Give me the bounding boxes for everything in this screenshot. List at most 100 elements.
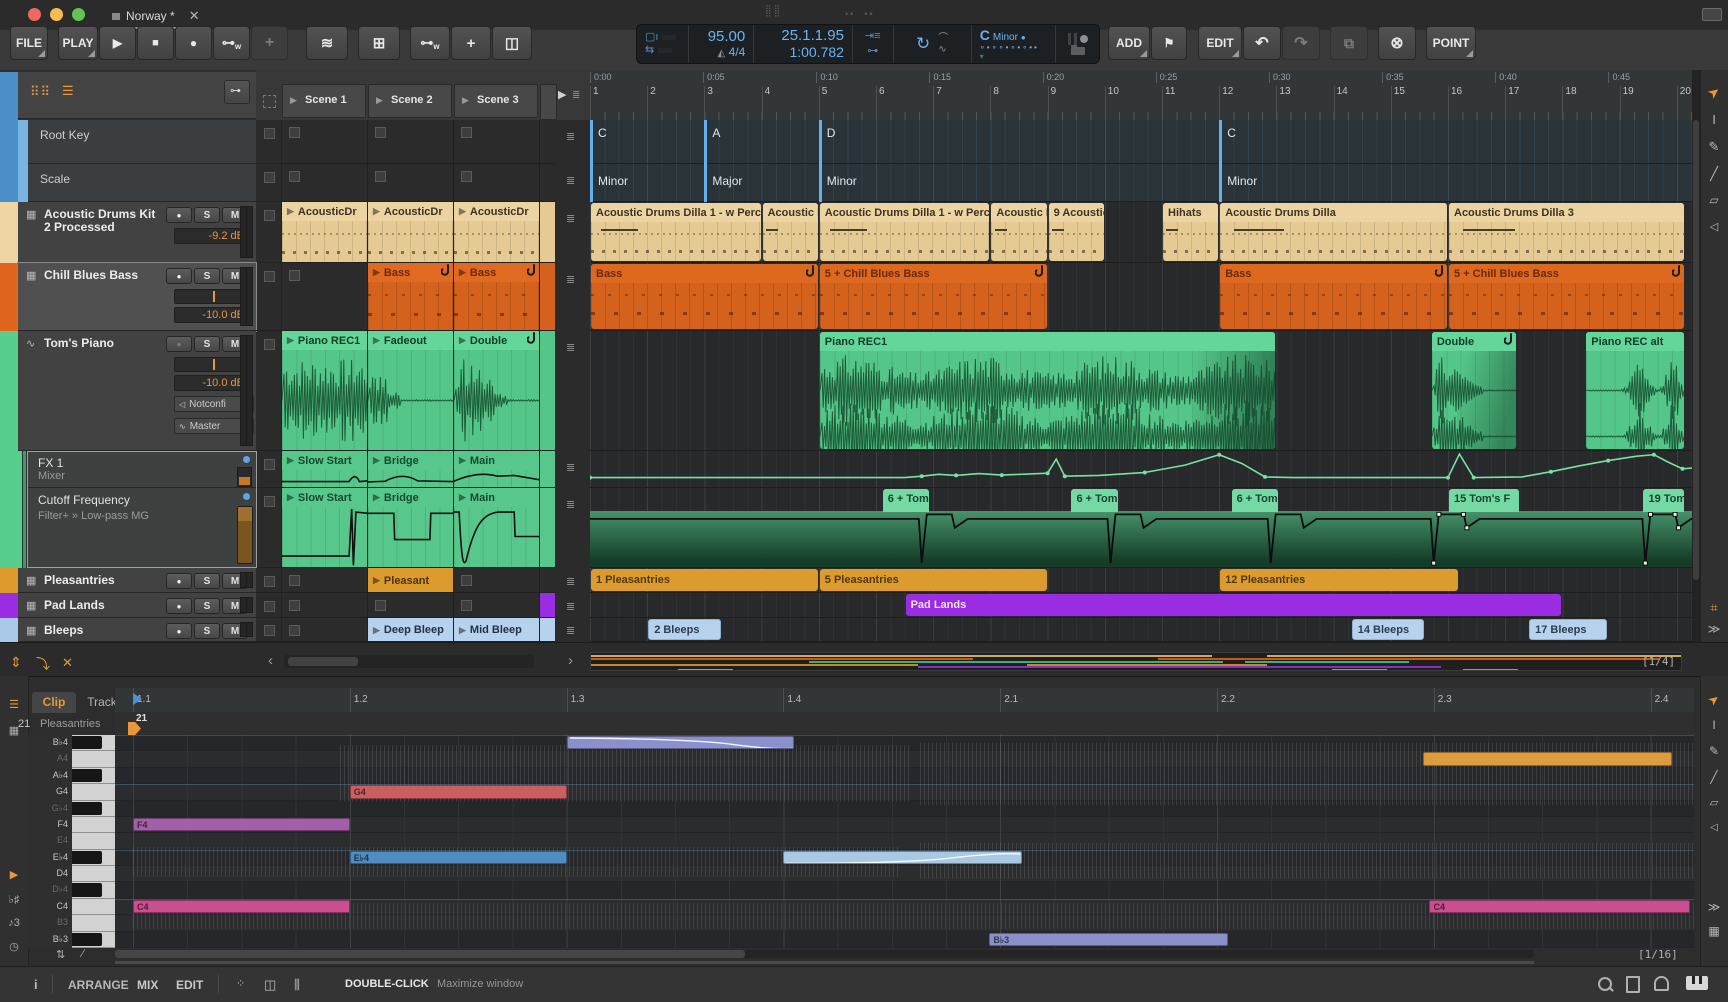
volume-field[interactable]: -10.0 dB [174, 307, 250, 323]
arranger-clip[interactable]: 9 Acoustic [1049, 203, 1104, 261]
clip-play-icon[interactable]: ▶ [287, 206, 294, 217]
tempo-section[interactable]: 95.00 ◭ 4/4 [689, 25, 755, 63]
record-arm-button[interactable]: ● [166, 573, 192, 589]
track-activity-icon[interactable]: ≣ [566, 273, 575, 286]
stop-cell[interactable] [256, 263, 282, 331]
launcher-clip[interactable]: ▶Bridge [368, 451, 454, 488]
lane-header-fx1[interactable]: FX 1Mixer [28, 451, 256, 488]
mode-edit[interactable]: EDIT [176, 978, 203, 992]
key-marker-scale[interactable]: Minor [827, 174, 857, 188]
grid-row-rootkey[interactable] [590, 120, 1692, 164]
solo-button[interactable]: S [194, 598, 220, 614]
key-marker-scale[interactable]: Minor [598, 174, 628, 188]
display-profile-icon[interactable] [1702, 8, 1722, 21]
volume-field[interactable]: -9.2 dB [174, 228, 250, 244]
arranger-clip[interactable]: Double [1432, 332, 1516, 449]
automation-dot[interactable] [243, 456, 250, 463]
clip-play-icon[interactable]: ▶ [373, 206, 380, 217]
key-marker-scale[interactable]: Minor [1227, 174, 1257, 188]
grid-row-scale[interactable] [590, 164, 1692, 202]
layered-editing-button[interactable]: ≋ [306, 26, 348, 60]
clip-play-icon[interactable]: ▶ [287, 455, 294, 466]
stop-cell[interactable] [256, 202, 282, 263]
duplicate-button[interactable]: ⧉ [1330, 26, 1368, 60]
editor-ruler[interactable]: 1.11.21.31.42.12.22.32.4 [115, 688, 1694, 713]
eraser-tool-icon[interactable]: ▱ [1700, 193, 1728, 207]
punch-section[interactable]: ▢ı ⇆ [637, 25, 689, 63]
clip-play-icon[interactable]: ▶ [459, 206, 466, 217]
arranger-clip[interactable]: 19 Tom's F [1643, 489, 1684, 512]
lamp-icon[interactable] [1654, 976, 1669, 991]
scene-play-icon[interactable]: ▶ [290, 95, 297, 106]
scene-play-icon[interactable]: ▶ [376, 95, 383, 106]
position-section[interactable]: 25.1.1.95 1:00.782 [754, 25, 853, 63]
record-arm-button[interactable]: ● [166, 268, 192, 284]
record-arm-button[interactable]: ● [166, 336, 192, 352]
snap-settings-icon[interactable]: ⌗ [1700, 600, 1728, 616]
arranger-clip[interactable]: Piano REC1 [820, 332, 1276, 449]
play-button[interactable]: ▶ [99, 26, 136, 60]
track-activity-icon[interactable]: ≣ [566, 624, 575, 637]
midi-note[interactable] [783, 851, 1021, 864]
clip-play-icon[interactable]: ▶ [459, 492, 466, 503]
midi-note[interactable]: B♭3 [989, 933, 1227, 946]
arranger-clip[interactable]: 12 Pleasantries [1220, 569, 1458, 591]
audition-tool-icon[interactable]: ◁ [1700, 220, 1728, 233]
track-header-bleeps[interactable]: ▦Bleeps●SM [18, 618, 256, 642]
launcher-clip[interactable]: ▶Bridge [368, 488, 454, 568]
stop-all-cell[interactable] [256, 84, 282, 118]
arranger-play-icon[interactable]: ▶ [558, 88, 566, 101]
crossfade-toggle-icon[interactable]: ⁘ [236, 977, 245, 990]
file-menu-button[interactable]: FILE [10, 26, 48, 60]
stop-cell[interactable] [256, 568, 282, 593]
arranger-clip[interactable]: 5 Pleasantries [820, 569, 1047, 591]
groove-section[interactable] [1056, 25, 1099, 63]
lane-slider[interactable] [237, 506, 253, 564]
clear-icon[interactable]: ✕ [62, 655, 73, 671]
clip-play-icon[interactable]: ▶ [287, 335, 294, 346]
cutoff-automation-curve[interactable] [590, 511, 1692, 567]
clip-play-icon[interactable]: ▶ [373, 455, 380, 466]
launcher-clip[interactable]: ▶AcousticDr [454, 202, 540, 263]
launcher-clip[interactable]: ▶Fadeout [368, 331, 454, 451]
eraser-tool-icon[interactable]: ▱ [1700, 796, 1728, 809]
piano-keyboard-icon[interactable] [1686, 976, 1708, 990]
vscroll-thumb[interactable] [1693, 120, 1699, 580]
clip-play-icon[interactable]: ▶ [459, 625, 466, 636]
key-marker-scale[interactable]: Major [712, 174, 742, 188]
track-header-pleasantries[interactable]: ▦Pleasantries●SM [18, 568, 256, 593]
clip-play-icon[interactable]: ▶ [373, 625, 380, 636]
clip-play-icon[interactable]: ▶ [459, 455, 466, 466]
editor-hscroll-thumb[interactable] [115, 950, 745, 958]
pen-tool-icon[interactable]: ✎ [1700, 139, 1728, 155]
key-marker-root[interactable]: A [712, 126, 720, 140]
dual-display-button[interactable]: ◫ [492, 26, 532, 60]
scene-header[interactable]: ▶Scene 3 [454, 84, 538, 118]
launcher-clip[interactable]: ▶Deep Bleep [368, 618, 454, 642]
tuplet-icon[interactable]: ♪3 [0, 917, 28, 929]
piano-key-black[interactable] [72, 883, 102, 896]
track-header-drums[interactable]: ▦Acoustic Drums Kit 2 Processed●SM-9.2 d… [18, 202, 256, 263]
redo-button[interactable]: ↷ [1282, 26, 1320, 60]
midi-note[interactable]: C4 [133, 900, 350, 913]
arranger-clip[interactable]: Bass [1220, 264, 1447, 329]
arranger-clip[interactable]: Acoustic Drums Dilla 3 [1449, 203, 1684, 261]
solo-button[interactable]: S [194, 573, 220, 589]
piano-key-white[interactable] [72, 784, 115, 800]
launcher-view-icon[interactable]: ⠿⠿ [30, 84, 51, 100]
key-marker-root[interactable]: C [1227, 126, 1236, 140]
arranger-ruler[interactable]: 0:000:050:100:150:200:250:300:350:400:45… [590, 70, 1692, 121]
pen-tool-icon[interactable]: ✎ [1700, 744, 1728, 758]
hscroll-thumb[interactable] [288, 657, 358, 666]
search-icon[interactable] [1598, 977, 1612, 991]
arranger-clip[interactable]: 5 + Chill Blues Bass [1449, 264, 1684, 329]
key-marker-root[interactable]: D [827, 126, 836, 140]
automation-panel-button[interactable]: ⊶w [410, 26, 450, 60]
track-header-padlands[interactable]: ▦Pad Lands●SM [18, 593, 256, 618]
loop-section[interactable]: ↻ ⌒∿ [894, 25, 972, 63]
piano-key-white[interactable] [72, 915, 115, 931]
record-arm-button[interactable]: ● [166, 207, 192, 223]
piano-key-black[interactable] [72, 802, 102, 815]
scroll-left-icon[interactable]: ‹ [268, 652, 273, 669]
fold-icon[interactable]: ⤵ [36, 654, 50, 674]
